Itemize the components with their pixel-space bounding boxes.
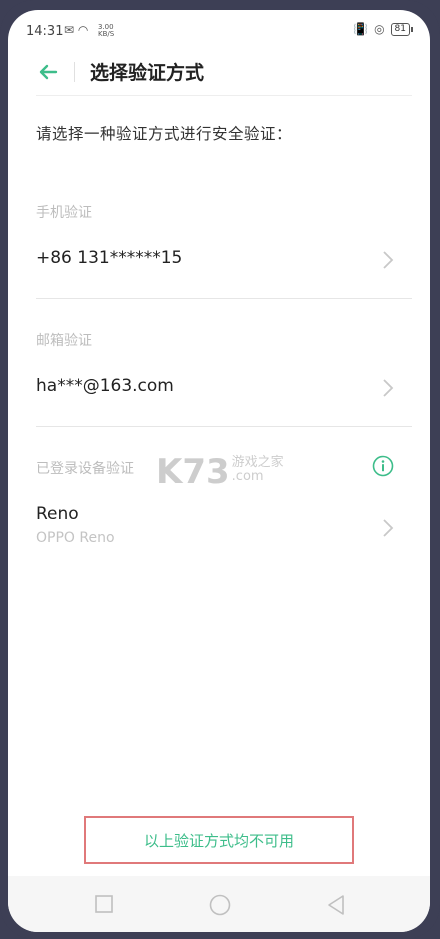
status-time: 14:31 — [26, 24, 64, 39]
divider — [36, 298, 412, 299]
back-arrow-icon[interactable] — [36, 60, 60, 84]
vibrate-icon: 📳 — [353, 22, 369, 36]
phone-verification-row[interactable]: +86 131******15 — [8, 232, 430, 288]
email-address: ha***@163.com — [36, 376, 174, 396]
network-speed: 3.00 KB/S — [98, 24, 114, 38]
device-name: Reno — [36, 504, 79, 524]
network-speed-unit: KB/S — [98, 30, 115, 38]
device-model: OPPO Reno — [36, 530, 115, 546]
header-separator — [36, 95, 412, 96]
phone-section-label: 手机验证 — [36, 205, 92, 221]
device-verification-row[interactable]: Reno OPPO Reno — [8, 498, 430, 558]
status-right: 📳 ◎ 81 — [353, 22, 414, 36]
status-bar: 14:31 ✉ ◠ 3.00 KB/S 📳 ◎ 81 — [8, 10, 430, 50]
watermark-tagline: 游戏之家 .com — [232, 456, 284, 484]
divider — [36, 426, 412, 427]
info-icon[interactable] — [372, 455, 394, 477]
battery-icon: 81 — [390, 22, 414, 36]
email-section-label: 邮箱验证 — [36, 333, 92, 349]
watermark-tagline-top: 游戏之家 — [231, 455, 284, 470]
instruction-text: 请选择一种验证方式进行安全验证： — [36, 125, 293, 143]
chevron-right-icon — [383, 251, 394, 269]
phone-number: +86 131******15 — [36, 248, 183, 268]
page-title: 选择验证方式 — [90, 62, 205, 84]
email-verification-row[interactable]: ha***@163.com — [8, 360, 430, 416]
alarm-icon: ◎ — [374, 22, 385, 36]
phone-frame: 14:31 ✉ ◠ 3.00 KB/S 📳 ◎ 81 选择验证方式 请选择一种验… — [0, 0, 440, 939]
message-icon: ✉ ◠ — [64, 23, 89, 37]
chevron-right-icon — [383, 519, 394, 537]
watermark-brand: K73 — [156, 452, 230, 492]
header-divider — [74, 62, 75, 82]
back-icon[interactable] — [326, 894, 346, 916]
device-section-label: 已登录设备验证 — [36, 461, 134, 477]
system-navigation-bar — [8, 876, 430, 932]
watermark-logo: K73 游戏之家 .com — [156, 450, 284, 494]
methods-unavailable-button[interactable]: 以上验证方式均不可用 — [84, 816, 354, 864]
screen: 14:31 ✉ ◠ 3.00 KB/S 📳 ◎ 81 选择验证方式 请选择一种验… — [8, 10, 430, 932]
recent-apps-icon[interactable] — [94, 894, 114, 914]
home-icon[interactable] — [208, 894, 232, 916]
watermark-tagline-bottom: .com — [231, 469, 264, 484]
chevron-right-icon — [383, 379, 394, 397]
